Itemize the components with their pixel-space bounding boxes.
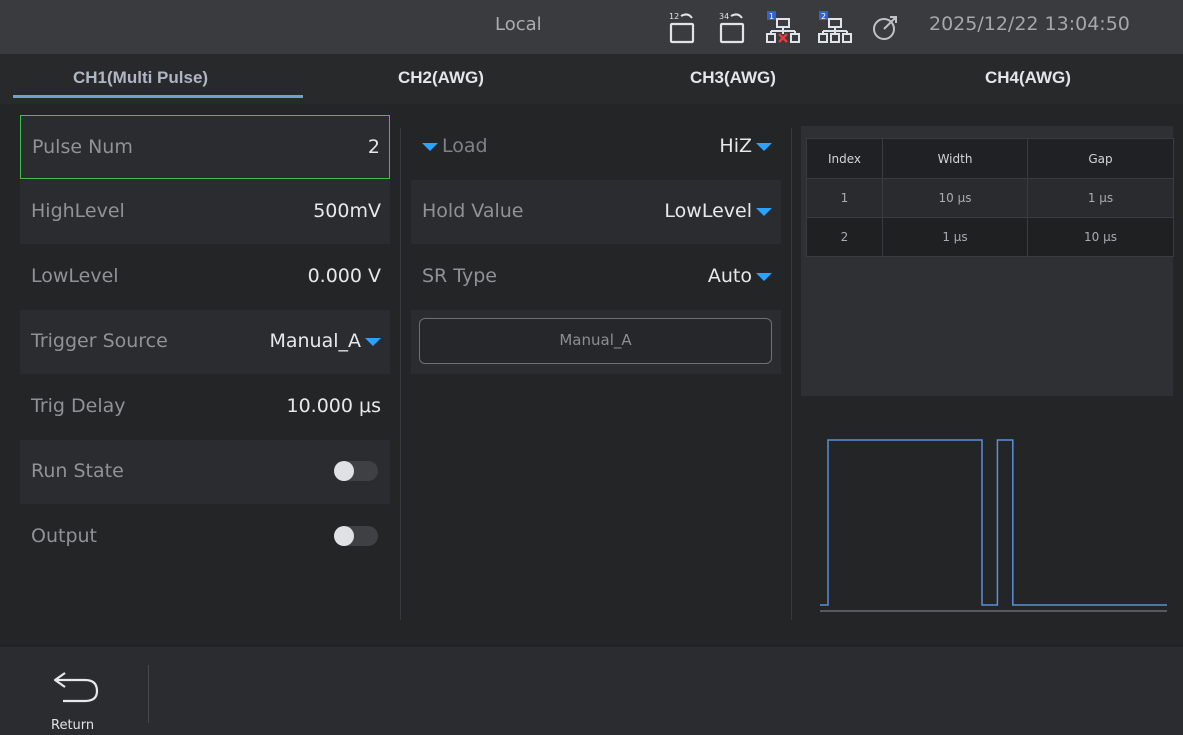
column-divider bbox=[400, 128, 401, 620]
trig-delay-value: 10.000 μs bbox=[286, 395, 381, 417]
toggle-knob bbox=[334, 526, 354, 546]
target-icon[interactable] bbox=[872, 14, 900, 46]
pulse-num-field[interactable]: Pulse Num 2 bbox=[20, 115, 390, 179]
hold-value-dropdown[interactable]: Hold Value LowLevel bbox=[411, 180, 781, 244]
load-label: Load bbox=[442, 135, 488, 157]
tab-ch2[interactable]: CH2(AWG) bbox=[398, 54, 484, 104]
network-2-icon[interactable]: 2 bbox=[818, 10, 852, 48]
active-tab-underline bbox=[13, 95, 303, 98]
low-level-field[interactable]: LowLevel 0.000 V bbox=[20, 245, 390, 309]
waveform-preview bbox=[820, 439, 1167, 612]
sr-type-value: Auto bbox=[707, 265, 752, 287]
group-34-icon[interactable]: 34 bbox=[718, 10, 748, 48]
load-value: HiZ bbox=[719, 135, 752, 157]
index-cell: 2 bbox=[806, 217, 883, 257]
trigger-source-label: Trigger Source bbox=[31, 330, 168, 352]
low-level-value: 0.000 V bbox=[307, 265, 381, 287]
bottom-divider bbox=[148, 665, 149, 723]
waveform-trace bbox=[820, 439, 1167, 606]
sr-type-label: SR Type bbox=[422, 265, 497, 287]
group-12-icon[interactable]: 12 bbox=[668, 10, 698, 48]
dropdown-arrow-icon bbox=[365, 337, 381, 346]
high-level-field[interactable]: HighLevel 500mV bbox=[20, 180, 390, 244]
status-bar: Local 12 34 1 2 2025/12/22 13:04:50 bbox=[0, 0, 1183, 54]
index-cell: 1 bbox=[806, 178, 883, 218]
pulse-num-value: 2 bbox=[367, 136, 380, 158]
pulse-table: Index Width Gap 1 10 μs 1 μs 2 1 μs 10 μ… bbox=[806, 138, 1174, 257]
group-34-digits: 34 bbox=[719, 12, 729, 21]
load-dropdown[interactable]: Load HiZ bbox=[411, 115, 781, 179]
mode-indicator: Local bbox=[495, 14, 542, 35]
table-row[interactable]: 1 10 μs 1 μs bbox=[806, 178, 1174, 218]
output-label: Output bbox=[31, 525, 97, 547]
output-row: Output bbox=[20, 505, 390, 569]
column-divider bbox=[791, 128, 792, 620]
low-level-label: LowLevel bbox=[31, 265, 119, 287]
dropdown-arrow-icon bbox=[756, 142, 772, 151]
return-label: Return bbox=[51, 718, 95, 733]
network-1-disconnected-icon[interactable]: 1 bbox=[766, 10, 800, 48]
tab-ch3[interactable]: CH3(AWG) bbox=[690, 54, 776, 104]
tab-ch4[interactable]: CH4(AWG) bbox=[985, 54, 1071, 104]
output-toggle[interactable] bbox=[334, 526, 378, 546]
hold-value-label: Hold Value bbox=[422, 200, 524, 222]
gap-cell[interactable]: 10 μs bbox=[1027, 217, 1174, 257]
gap-cell[interactable]: 1 μs bbox=[1027, 178, 1174, 218]
column-header-index: Index bbox=[806, 138, 883, 179]
bottom-bar bbox=[0, 647, 1183, 735]
run-state-label: Run State bbox=[31, 460, 124, 482]
sr-type-dropdown[interactable]: SR Type Auto bbox=[411, 245, 781, 309]
toggle-knob bbox=[334, 461, 354, 481]
collapse-arrow-icon bbox=[422, 142, 438, 151]
group-12-digits: 12 bbox=[669, 12, 679, 21]
run-state-row: Run State bbox=[20, 440, 390, 504]
trigger-source-dropdown[interactable]: Trigger Source Manual_A bbox=[20, 310, 390, 374]
high-level-label: HighLevel bbox=[31, 200, 125, 222]
network-1-digit: 1 bbox=[769, 12, 774, 21]
trig-delay-label: Trig Delay bbox=[31, 395, 126, 417]
return-icon bbox=[53, 672, 99, 703]
column-header-width: Width bbox=[882, 138, 1028, 179]
pulse-num-label: Pulse Num bbox=[32, 136, 133, 158]
dropdown-arrow-icon bbox=[756, 207, 772, 216]
run-state-toggle[interactable] bbox=[334, 461, 378, 481]
network-2-digit: 2 bbox=[821, 12, 826, 21]
dropdown-arrow-icon bbox=[756, 272, 772, 281]
hold-value-value: LowLevel bbox=[664, 200, 752, 222]
high-level-value: 500mV bbox=[313, 200, 381, 222]
trigger-source-value: Manual_A bbox=[269, 330, 361, 352]
table-row[interactable]: 2 1 μs 10 μs bbox=[806, 217, 1174, 257]
manual-trigger-button[interactable]: Manual_A bbox=[419, 318, 772, 364]
width-cell[interactable]: 1 μs bbox=[882, 217, 1028, 257]
column-header-gap: Gap bbox=[1027, 138, 1174, 179]
datetime: 2025/12/22 13:04:50 bbox=[929, 13, 1130, 35]
width-cell[interactable]: 10 μs bbox=[882, 178, 1028, 218]
trig-delay-field[interactable]: Trig Delay 10.000 μs bbox=[20, 375, 390, 439]
